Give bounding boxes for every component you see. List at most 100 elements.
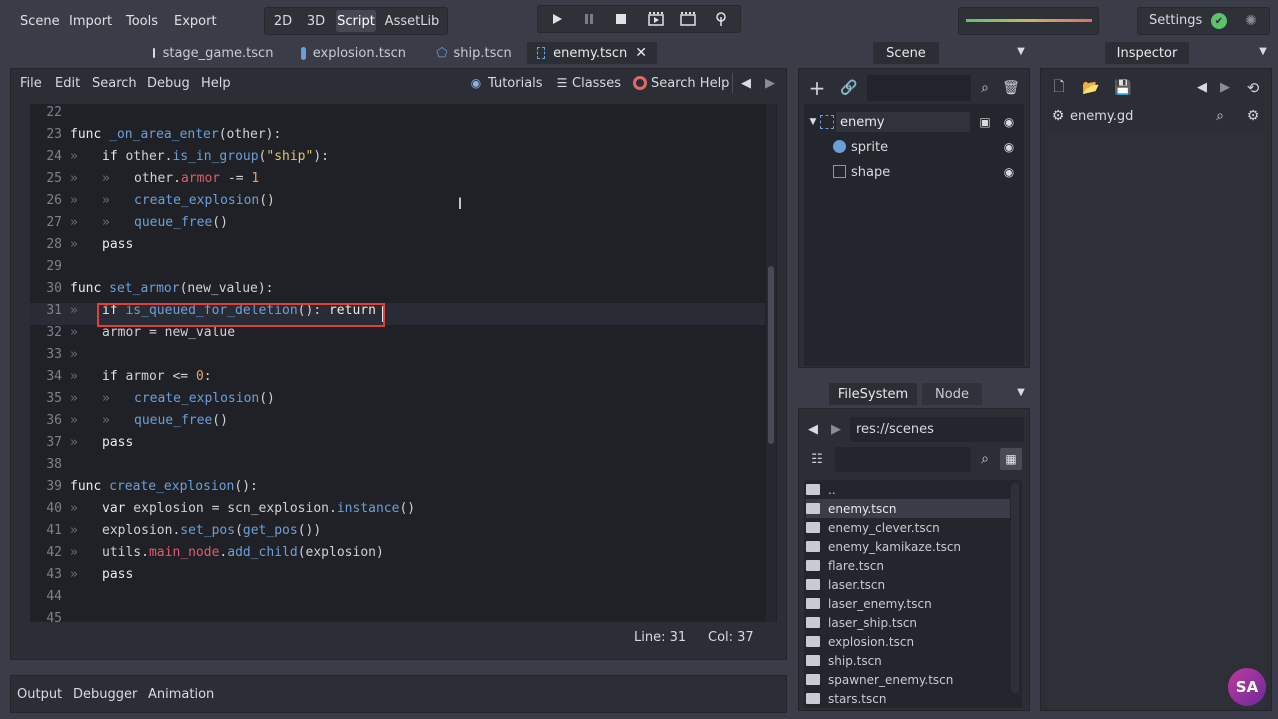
code-scrollbar[interactable] <box>766 104 776 622</box>
file-row[interactable]: flare.tscn <box>806 556 1010 575</box>
file-filter-input[interactable] <box>835 447 971 472</box>
tab-scene-dock[interactable]: Scene <box>873 42 939 64</box>
script-menu-edit[interactable]: Edit <box>55 76 80 91</box>
tree-item-sprite[interactable]: sprite <box>851 140 888 155</box>
tab-explosion[interactable]: explosion.tscn <box>291 42 416 64</box>
scene-filter-input[interactable] <box>867 75 971 101</box>
script-menu-search[interactable]: Search <box>92 76 137 91</box>
stop-icon[interactable] <box>610 9 632 29</box>
search-icon[interactable]: ⌕ <box>1208 104 1232 128</box>
mode-2d[interactable]: 2D <box>270 10 296 32</box>
dock-menu-icon[interactable]: ▼ <box>1015 386 1027 398</box>
menu-tools[interactable]: Tools <box>116 8 168 34</box>
col-status: Col: 37 <box>708 630 754 645</box>
search-icon[interactable]: ⌕ <box>973 447 997 471</box>
trash-icon[interactable]: 🗑 <box>999 76 1023 100</box>
forward-arrow-icon[interactable]: ▶ <box>764 75 776 91</box>
tab-enemy[interactable]: enemy.tscn ✕ <box>527 42 657 64</box>
mode-script[interactable]: Script <box>336 10 376 32</box>
visibility-icon[interactable]: ◉ <box>1002 140 1016 154</box>
open-folder-icon[interactable]: 📂 <box>1079 76 1103 100</box>
play-scene-icon[interactable] <box>645 9 667 29</box>
collapse-tree-icon[interactable]: ☷ <box>805 447 829 471</box>
add-node-icon[interactable]: + <box>805 76 829 100</box>
file-row[interactable]: ship.tscn <box>806 651 1010 670</box>
file-row[interactable]: explosion.tscn <box>806 632 1010 651</box>
forward-arrow-icon[interactable]: ▶ <box>1219 79 1231 95</box>
tab-filesystem[interactable]: FileSystem <box>829 383 917 405</box>
file-name: ship.tscn <box>828 653 882 668</box>
file-row[interactable]: spawner_enemy.tscn <box>806 670 1010 689</box>
line-number: 34 <box>46 369 62 384</box>
scene-file-icon <box>806 655 820 666</box>
tab-output[interactable]: Output <box>17 687 62 702</box>
save-icon[interactable]: 💾 <box>1111 76 1135 100</box>
tree-item-shape[interactable]: shape <box>851 165 890 180</box>
gear-icon[interactable]: ⚙ <box>1241 104 1265 128</box>
line-number: 39 <box>46 479 62 494</box>
file-row[interactable]: .. <box>806 480 1010 499</box>
settings-button[interactable]: Settings <box>1149 13 1202 28</box>
search-help-button[interactable]: Search Help <box>651 76 729 91</box>
history-icon[interactable]: ⟲ <box>1241 76 1265 100</box>
scene-file-icon <box>806 598 820 609</box>
tutorials-button[interactable]: Tutorials <box>488 76 543 91</box>
link-icon[interactable]: 🔗 <box>837 76 861 100</box>
tab-marker: » <box>70 501 78 516</box>
line-number: 28 <box>46 237 62 252</box>
back-arrow-icon[interactable]: ◀ <box>807 421 819 437</box>
file-name: stars.tscn <box>828 691 887 706</box>
file-name: laser.tscn <box>828 577 886 592</box>
dock-menu-icon[interactable]: ▼ <box>1257 45 1269 57</box>
grid-view-icon[interactable]: ▦ <box>1000 448 1022 470</box>
file-row[interactable]: laser_enemy.tscn <box>806 594 1010 613</box>
line-number: 32 <box>46 325 62 340</box>
code-editor[interactable]: 22 23 func _on_area_enter(other): 24 » if oth… <box>30 104 777 622</box>
tab-stage-game[interactable]: stage_game.tscn <box>143 42 283 64</box>
tab-inspector[interactable]: Inspector <box>1105 42 1189 64</box>
script-menu-debug[interactable]: Debug <box>147 76 190 91</box>
line-status: Line: 31 <box>634 630 687 645</box>
remote-debug-icon[interactable] <box>710 9 732 29</box>
avatar: SA <box>1228 668 1266 706</box>
tab-debugger[interactable]: Debugger <box>73 687 137 702</box>
file-row[interactable]: enemy.tscn <box>806 499 1010 518</box>
file-row[interactable]: laser.tscn <box>806 575 1010 594</box>
file-list-scrollbar[interactable] <box>1011 483 1019 693</box>
play-icon[interactable] <box>546 9 568 29</box>
classes-button[interactable]: Classes <box>572 76 621 91</box>
mode-3d[interactable]: 3D <box>302 10 330 32</box>
tab-animation[interactable]: Animation <box>148 687 214 702</box>
menu-export[interactable]: Export <box>164 8 227 34</box>
file-row[interactable]: laser_ship.tscn <box>806 613 1010 632</box>
script-icon[interactable]: ▣ <box>978 115 992 129</box>
line-number: 33 <box>46 347 62 362</box>
polygon-icon: ⬠ <box>436 45 448 61</box>
back-arrow-icon[interactable]: ◀ <box>740 75 752 91</box>
script-menu-help[interactable]: Help <box>201 76 231 91</box>
file-row[interactable]: stars.tscn <box>806 689 1010 708</box>
dock-menu-icon[interactable]: ▼ <box>1015 45 1027 57</box>
forward-arrow-icon[interactable]: ▶ <box>830 421 842 437</box>
tab-ship[interactable]: ⬠ ship.tscn <box>424 42 524 64</box>
tab-node[interactable]: Node <box>922 383 982 405</box>
visibility-icon[interactable]: ◉ <box>1002 115 1016 129</box>
mode-assetlib[interactable]: AssetLib <box>382 10 442 32</box>
scrollbar-thumb[interactable] <box>768 266 774 444</box>
visibility-icon[interactable]: ◉ <box>1002 165 1016 179</box>
file-row[interactable]: enemy_kamikaze.tscn <box>806 537 1010 556</box>
collapse-arrow-icon[interactable]: ▼ <box>808 115 818 129</box>
code-line: var explosion = scn_explosion.instance() <box>102 501 416 516</box>
close-icon[interactable]: ✕ <box>635 45 647 61</box>
code-line: func create_explosion(): <box>70 479 258 494</box>
tab-marker: » <box>102 171 110 186</box>
script-menu-file[interactable]: File <box>20 76 42 91</box>
file-row[interactable]: enemy_clever.tscn <box>806 518 1010 537</box>
pause-icon[interactable] <box>578 9 600 29</box>
tab-marker: » <box>70 149 78 164</box>
new-resource-icon[interactable]: 🗋 <box>1047 76 1071 100</box>
menu-import[interactable]: Import <box>59 8 122 34</box>
play-custom-icon[interactable] <box>677 9 699 29</box>
search-icon[interactable]: ⌕ <box>973 76 997 100</box>
back-arrow-icon[interactable]: ◀ <box>1196 79 1208 95</box>
